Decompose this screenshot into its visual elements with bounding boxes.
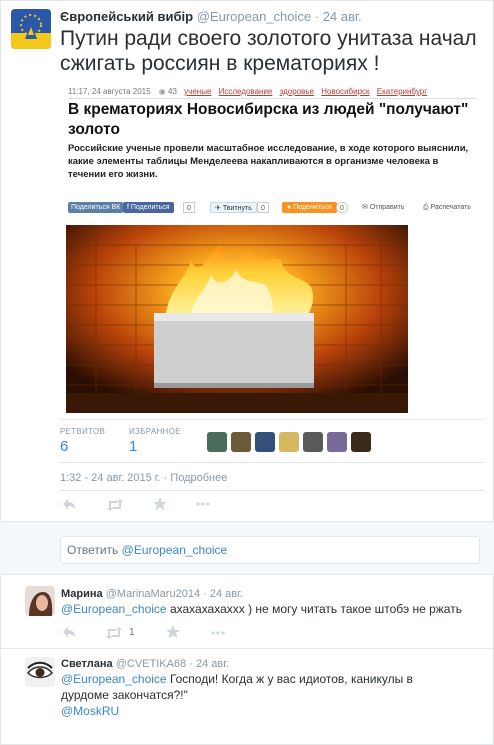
share-twitter-button[interactable]: ✈ Твитнуть [210, 202, 257, 213]
share-ok-button[interactable]: ● Поделиться [282, 202, 337, 213]
share-twitter-count: 0 [257, 202, 269, 213]
reply-icon[interactable] [62, 498, 76, 510]
reply-mention: @European_choice [121, 543, 228, 557]
reply-header: Марина @MarinaMaru2014 · 24 авг. [61, 588, 243, 600]
cremator-photo [66, 225, 408, 413]
share-bar: Поделиться ВК f Поделиться 0 ✈ Твитнуть … [68, 202, 478, 216]
author-name[interactable]: Європейський вибір [60, 9, 193, 24]
share-facebook-count: 0 [183, 202, 195, 213]
author-avatar[interactable] [11, 9, 51, 49]
article-tag[interactable]: Исследование [219, 87, 273, 96]
tweet-timestamp: 1:32 - 24 авг. 2015 г. · Подробнее [60, 472, 227, 484]
reply-text: @European_choice Господи! Когда ж у вас … [61, 671, 461, 719]
avatar[interactable] [303, 432, 323, 452]
favorites-count[interactable]: 1 [129, 438, 137, 455]
retweet-icon[interactable] [105, 627, 123, 639]
printer-icon: ⎙ [423, 204, 431, 211]
reply-text: @European_choice ахахахахаххх ) не могу … [61, 601, 476, 617]
share-facebook-button[interactable]: f Поделиться [123, 202, 174, 213]
twitter-icon: ✈ [215, 205, 223, 212]
favorite-icon[interactable] [153, 497, 167, 511]
reply-mention[interactable]: @European_choice [61, 602, 167, 616]
eye-icon: ◉ [158, 87, 166, 96]
print-label: Распечатать [430, 204, 471, 211]
share-ok-count: 0 [336, 202, 348, 213]
article-views: 43 [168, 87, 177, 96]
reply-author-name[interactable]: Марина [61, 588, 103, 600]
actions-divider [60, 490, 484, 491]
timestamp-separator: · [163, 472, 168, 484]
reply-avatar[interactable] [25, 657, 55, 687]
more-icon[interactable] [211, 631, 225, 635]
reply-prefix: Ответить [67, 543, 122, 557]
tweet-time[interactable]: 24 авг. [323, 9, 362, 24]
share-facebook-label: Поделиться [130, 204, 170, 211]
share-vk-button[interactable]: Поделиться ВК [68, 202, 124, 213]
share-twitter-label: Твитнуть [222, 205, 252, 212]
article-tag[interactable]: здоровье [280, 87, 314, 96]
reply-separator: · [189, 658, 193, 670]
tweet-text: Путин ради своего золотого унитаза начал… [60, 27, 477, 75]
reply-mention[interactable]: @European_choice [61, 672, 167, 686]
author-handle[interactable]: @European_choice [197, 9, 311, 24]
article-tag[interactable]: Екатеринбург [377, 87, 427, 96]
retweet-icon[interactable] [106, 499, 124, 511]
mail-icon: ✉ [362, 204, 370, 211]
retweets-count[interactable]: 6 [60, 438, 68, 455]
reply-author-name[interactable]: Светлана [61, 658, 113, 670]
header-separator: · [314, 9, 320, 24]
timestamp-text: 1:32 - 24 авг. 2015 г. [60, 472, 161, 484]
avatar[interactable] [327, 432, 347, 452]
reply-author-handle[interactable]: @CVETIKA68 [116, 658, 186, 670]
avatar[interactable] [351, 432, 371, 452]
send-link[interactable]: ✉ Отправить [362, 202, 405, 213]
reply-time[interactable]: 24 авг. [210, 588, 243, 600]
reply-icon[interactable] [62, 626, 76, 638]
more-icon[interactable] [196, 502, 210, 506]
reply-retweet-count: 1 [129, 627, 135, 638]
reply-separator: · [203, 588, 207, 600]
avatar[interactable] [255, 432, 275, 452]
reply-header: Светлана @CVETIKA68 · 24 авг. [61, 658, 229, 670]
stats-divider-top [60, 419, 484, 420]
stats-divider-bottom [60, 462, 484, 463]
reply-body: ахахахахаххх ) не могу читать такое штоб… [169, 602, 462, 616]
details-link[interactable]: Подробнее [170, 472, 227, 484]
article-meta: 11:17, 24 августа 2015 ◉ 43 ученые Иссле… [68, 87, 427, 96]
article-tag[interactable]: Новосибирск [321, 87, 369, 96]
avatar[interactable] [231, 432, 251, 452]
tweet-header: Європейський вибір @European_choice · 24… [60, 9, 362, 24]
avatar[interactable] [207, 432, 227, 452]
reply-mention-second[interactable]: @MoskRU [61, 704, 119, 718]
favorite-icon[interactable] [166, 625, 180, 639]
avatar[interactable] [279, 432, 299, 452]
reply-area: Ответить @European_choice [0, 521, 494, 575]
article-screenshot[interactable]: 11:17, 24 августа 2015 ◉ 43 ученые Иссле… [60, 82, 484, 414]
print-link[interactable]: ⎙ Распечатать [423, 202, 471, 213]
article-lead: Российские ученые провели масштабное исс… [68, 143, 469, 180]
retweets-label: РЕТВИТОВ [60, 427, 106, 436]
article-divider [68, 98, 476, 99]
send-label: Отправить [369, 204, 405, 211]
share-ok-label: Поделиться [293, 204, 332, 211]
article-date: 11:17, 24 августа 2015 [68, 87, 151, 96]
reply-avatar[interactable] [25, 586, 55, 616]
article-tag[interactable]: ученые [184, 87, 211, 96]
reply-time[interactable]: 24 авг. [196, 658, 229, 670]
reply-author-handle[interactable]: @MarinaMaru2014 [106, 588, 200, 600]
favorites-label: ИЗБРАННОЕ [129, 427, 181, 436]
reply-divider [0, 648, 494, 649]
reply-input[interactable]: Ответить @European_choice [60, 536, 480, 564]
article-title: В крематориях Новосибирска из людей "пол… [68, 101, 469, 138]
